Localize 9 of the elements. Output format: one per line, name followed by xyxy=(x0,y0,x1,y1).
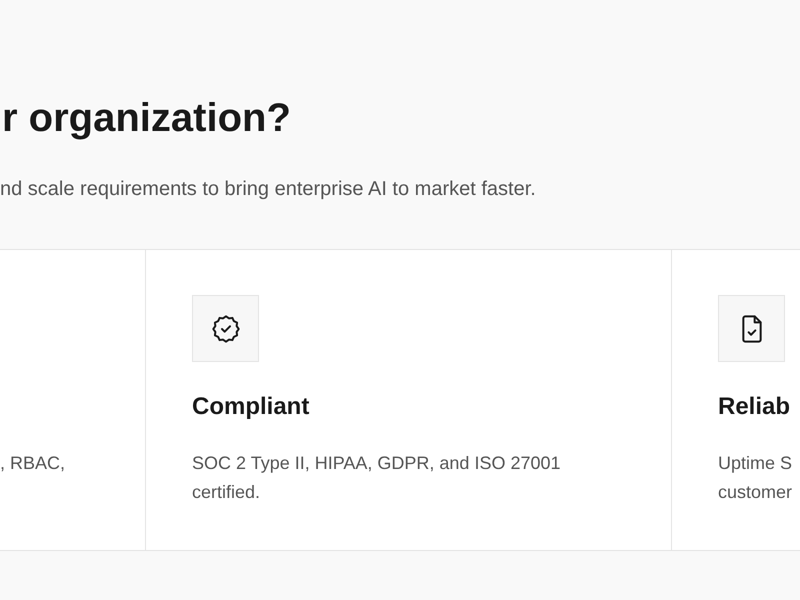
card-title: Reliab xyxy=(718,392,790,422)
card-title: Compliant xyxy=(192,392,310,422)
section-heading: r organization? xyxy=(1,95,291,142)
badge-check-icon xyxy=(210,312,242,344)
card-description: Uptime S xyxy=(718,452,792,475)
section-subtitle: nd scale requirements to bring enterprise AI to market faster. xyxy=(0,177,536,202)
card-description: customer xyxy=(718,481,792,504)
card-description: SOC 2 Type II, HIPAA, GDPR, and ISO 27001 certified. xyxy=(192,452,562,504)
card-description: , RBAC, xyxy=(0,452,66,475)
